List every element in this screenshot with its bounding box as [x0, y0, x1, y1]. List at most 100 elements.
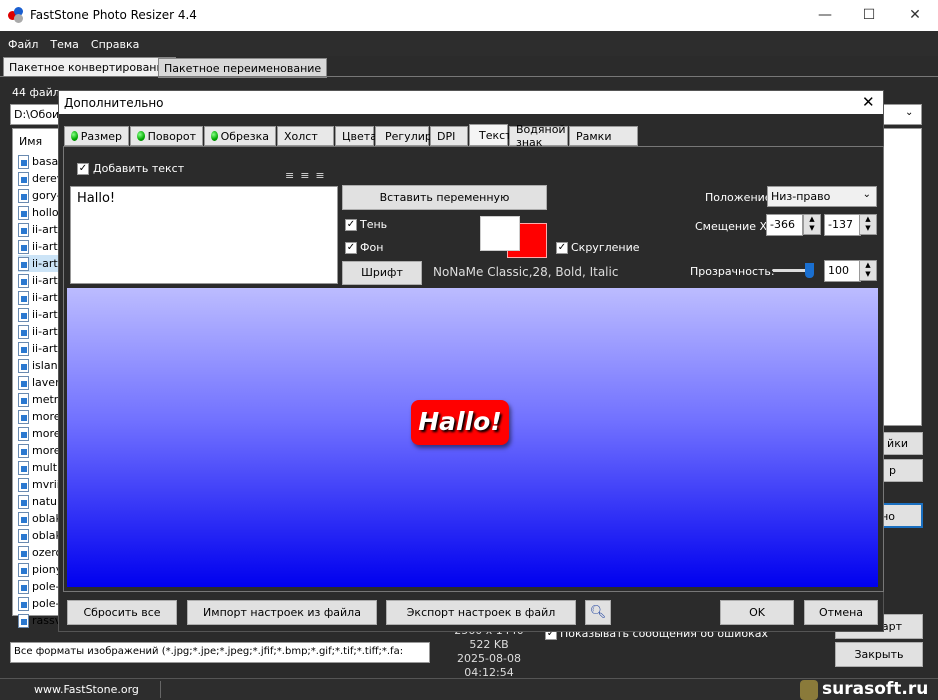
- file-list-item[interactable]: ii-art-: [18, 340, 60, 357]
- close-button[interactable]: ✕: [892, 0, 938, 31]
- file-list-item[interactable]: ii-art-: [18, 306, 60, 323]
- file-list-item[interactable]: more: [18, 408, 60, 425]
- file-list-item[interactable]: rassv: [18, 612, 60, 629]
- image-file-icon: [18, 545, 29, 560]
- file-list-item[interactable]: ii-art-: [18, 289, 60, 306]
- image-file-icon: [18, 443, 29, 458]
- background-checkbox[interactable]: ✓: [345, 242, 357, 254]
- menu-help[interactable]: Справка: [83, 31, 143, 51]
- tab-batch-rename[interactable]: Пакетное переименование: [158, 58, 328, 78]
- minimize-button[interactable]: —: [802, 0, 848, 31]
- image-file-icon: [18, 460, 29, 475]
- file-name: multic: [32, 461, 60, 474]
- tab-4[interactable]: Цвета: [335, 126, 377, 146]
- shadow-checkbox[interactable]: ✓: [345, 219, 357, 231]
- opacity-input[interactable]: 100: [824, 260, 861, 282]
- opacity-slider-thumb[interactable]: [805, 263, 814, 278]
- tab-0[interactable]: Размер: [64, 126, 129, 146]
- tab-9[interactable]: Рамки: [569, 126, 638, 146]
- export-settings-button[interactable]: Экспорт настроек в файл: [386, 600, 576, 625]
- website-link[interactable]: www.FastStone.org: [34, 683, 139, 696]
- cancel-button[interactable]: Отмена: [804, 600, 878, 625]
- offset-y-spinner[interactable]: ▲ ▼: [859, 214, 877, 235]
- text-input[interactable]: Hallo!: [70, 186, 338, 284]
- file-list-item[interactable]: ozero: [18, 544, 60, 561]
- image-file-icon: [18, 392, 29, 407]
- file-list-item[interactable]: metro: [18, 391, 60, 408]
- file-list-item[interactable]: mvriia: [18, 476, 60, 493]
- menu-theme[interactable]: Тема: [42, 31, 83, 51]
- offset-y-input[interactable]: -137: [824, 214, 861, 236]
- file-name: ii-art-: [32, 325, 60, 338]
- image-file-icon: [18, 171, 29, 186]
- file-list-item[interactable]: ii-art-: [18, 255, 60, 272]
- image-file-icon: [18, 613, 29, 628]
- preview-search-icon[interactable]: 🔍︎: [585, 600, 611, 625]
- file-list-item[interactable]: basal: [18, 153, 60, 170]
- file-list-item[interactable]: hollow: [18, 204, 60, 221]
- format-filter-select[interactable]: Все форматы изображений (*.jpg;*.jpe;*.j…: [10, 642, 430, 663]
- opacity-spinner[interactable]: ▲ ▼: [859, 260, 877, 281]
- file-list-item[interactable]: ii-art-: [18, 238, 60, 255]
- opacity-label: Прозрачность:: [690, 265, 775, 278]
- tab-6[interactable]: DPI: [430, 126, 468, 146]
- font-button[interactable]: Шрифт: [342, 261, 422, 285]
- file-list-item[interactable]: multic: [18, 459, 60, 476]
- file-list-item[interactable]: more: [18, 442, 60, 459]
- file-list-item[interactable]: ii-art-: [18, 272, 60, 289]
- image-file-icon: [18, 528, 29, 543]
- image-file-icon: [18, 596, 29, 611]
- ok-button[interactable]: OK: [720, 600, 794, 625]
- file-name: more: [32, 410, 60, 423]
- maximize-button[interactable]: ☐: [846, 0, 892, 31]
- dialog-close-icon[interactable]: ✕: [862, 93, 875, 111]
- position-label: Положение:: [705, 191, 776, 204]
- file-name: ii-art-: [32, 308, 60, 321]
- tab-1[interactable]: Поворот: [130, 126, 203, 146]
- file-name: hollow: [32, 206, 60, 219]
- file-list-item[interactable]: piony: [18, 561, 60, 578]
- insert-variable-button[interactable]: Вставить переменную: [342, 185, 547, 210]
- position-select[interactable]: Низ-право ⌄: [767, 186, 877, 207]
- file-list-item[interactable]: oblak: [18, 510, 60, 527]
- tab-7[interactable]: Текст: [469, 124, 512, 146]
- status-bar: www.FastStone.org surasoft.ru: [0, 678, 938, 700]
- image-size: 522 KB: [469, 638, 509, 651]
- file-list-item[interactable]: pole-: [18, 595, 60, 612]
- app-icon: [8, 7, 24, 23]
- align-buttons[interactable]: ≡≡≡: [285, 169, 331, 182]
- import-settings-button[interactable]: Импорт настроек из файла: [187, 600, 377, 625]
- file-list-item[interactable]: ii-art-: [18, 323, 60, 340]
- menu-bar: Файл Тема Справка: [0, 31, 938, 56]
- offset-x-input[interactable]: -366: [766, 214, 803, 236]
- tab-8[interactable]: Водяной знак: [509, 123, 568, 149]
- file-list-item[interactable]: oblak: [18, 527, 60, 544]
- file-list-item[interactable]: derev: [18, 170, 60, 187]
- file-list-item[interactable]: island: [18, 357, 60, 374]
- image-file-icon: [18, 273, 29, 288]
- file-list-item[interactable]: more: [18, 425, 60, 442]
- chevron-down-icon[interactable]: ⌄: [905, 107, 913, 118]
- image-file-icon: [18, 205, 29, 220]
- tab-2[interactable]: Обрезка: [204, 126, 276, 146]
- tab-3[interactable]: Холст: [277, 126, 334, 146]
- text-color-swatch[interactable]: [480, 216, 520, 251]
- close-app-button[interactable]: Закрыть: [835, 642, 923, 667]
- offset-x-spinner[interactable]: ▲ ▼: [803, 214, 821, 235]
- file-name: ii-art-: [32, 291, 60, 304]
- image-file-icon: [18, 256, 29, 271]
- image-file-icon: [18, 358, 29, 373]
- file-list-item[interactable]: laven: [18, 374, 60, 391]
- reset-all-button[interactable]: Сбросить все: [67, 600, 177, 625]
- add-text-label: Добавить текст: [93, 162, 185, 175]
- file-list-item[interactable]: natur: [18, 493, 60, 510]
- rounded-checkbox[interactable]: ✓: [556, 242, 568, 254]
- file-list-item[interactable]: pole-: [18, 578, 60, 595]
- file-list-item[interactable]: ii-art-: [18, 221, 60, 238]
- add-text-checkbox[interactable]: ✓: [77, 163, 89, 175]
- column-header-name[interactable]: Имя: [19, 135, 42, 148]
- tab-5[interactable]: Регулировки: [375, 126, 459, 146]
- file-list-item[interactable]: gory-: [18, 187, 60, 204]
- menu-file[interactable]: Файл: [0, 31, 42, 51]
- tab-batch-convert[interactable]: Пакетное конвертирование: [3, 57, 177, 77]
